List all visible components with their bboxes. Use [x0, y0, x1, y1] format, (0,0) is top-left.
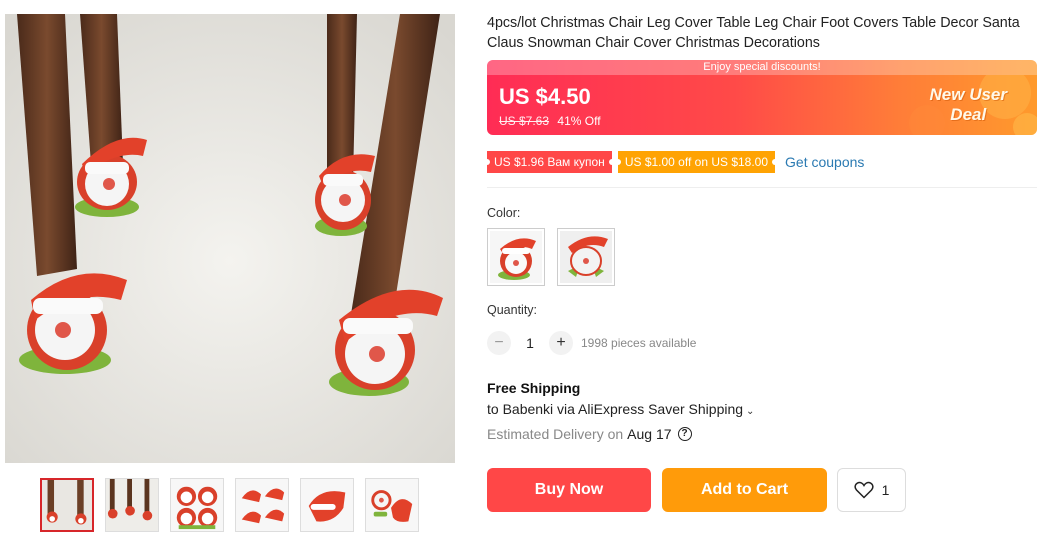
help-icon[interactable]: ?: [677, 427, 692, 441]
divider: [487, 187, 1037, 188]
thumbnail-4[interactable]: [235, 478, 289, 532]
thumbnail-2[interactable]: [105, 478, 159, 532]
buy-now-button[interactable]: Buy Now: [487, 468, 651, 512]
deal-badge-line2: Deal: [950, 105, 987, 124]
color-option-santa-back[interactable]: [557, 228, 615, 286]
quantity-stepper: − 1 + 1998 pieces available: [487, 331, 696, 355]
delivery-date: Aug 17: [627, 426, 672, 442]
shipping-title: Free Shipping: [487, 380, 581, 396]
coupons-row: US $1.96 Вам купон US $1.00 off on US $1…: [484, 151, 864, 173]
deal-badge-line1: New User: [929, 85, 1007, 104]
shipping-destination-text: to Babenki via AliExpress Saver Shipping: [487, 401, 744, 417]
thumbnail-5[interactable]: [300, 478, 354, 532]
discount-banner-text: Enjoy special discounts!: [487, 60, 1037, 75]
price-banner: Enjoy special discounts! US $4.50 US $7.…: [487, 60, 1037, 135]
coupon-store[interactable]: US $1.96 Вам купон: [484, 151, 615, 173]
original-price: US $7.63: [499, 114, 550, 128]
wishlist-button[interactable]: 1: [837, 468, 906, 512]
quantity-input[interactable]: 1: [511, 335, 549, 351]
thumbnail-strip: [40, 478, 419, 532]
color-label: Color:: [487, 206, 521, 220]
color-swatches: [487, 228, 615, 286]
chevron-down-icon: ⌄: [746, 406, 755, 417]
thumbnail-1[interactable]: [40, 478, 94, 532]
discount-percent: 41% Off: [557, 114, 601, 128]
quantity-increase-button[interactable]: +: [549, 331, 573, 355]
wishlist-count: 1: [881, 482, 890, 498]
quantity-decrease-button[interactable]: −: [487, 331, 511, 355]
original-price-row: US $7.63 41% Off: [499, 114, 601, 128]
new-user-deal-badge: New User Deal: [930, 85, 1007, 125]
main-product-image[interactable]: [5, 14, 455, 463]
coupon-threshold[interactable]: US $1.00 off on US $18.00: [614, 151, 779, 173]
thumbnail-3[interactable]: [170, 478, 224, 532]
product-title: 4pcs/lot Christmas Chair Leg Cover Table…: [487, 15, 1020, 51]
color-option-santa-front[interactable]: [487, 228, 545, 286]
current-price: US $4.50: [499, 84, 591, 109]
estimated-delivery: Estimated Delivery on Aug 17 ?: [487, 426, 692, 442]
delivery-label: Estimated Delivery on: [487, 426, 624, 442]
heart-icon: [853, 481, 874, 499]
quantity-label: Quantity:: [487, 303, 538, 317]
pieces-available: 1998 pieces available: [581, 336, 697, 350]
shipping-destination[interactable]: to Babenki via AliExpress Saver Shipping…: [487, 401, 754, 417]
thumbnail-6[interactable]: [365, 478, 419, 532]
add-to-cart-button[interactable]: Add to Cart: [662, 468, 827, 512]
get-coupons-link[interactable]: Get coupons: [785, 154, 864, 170]
